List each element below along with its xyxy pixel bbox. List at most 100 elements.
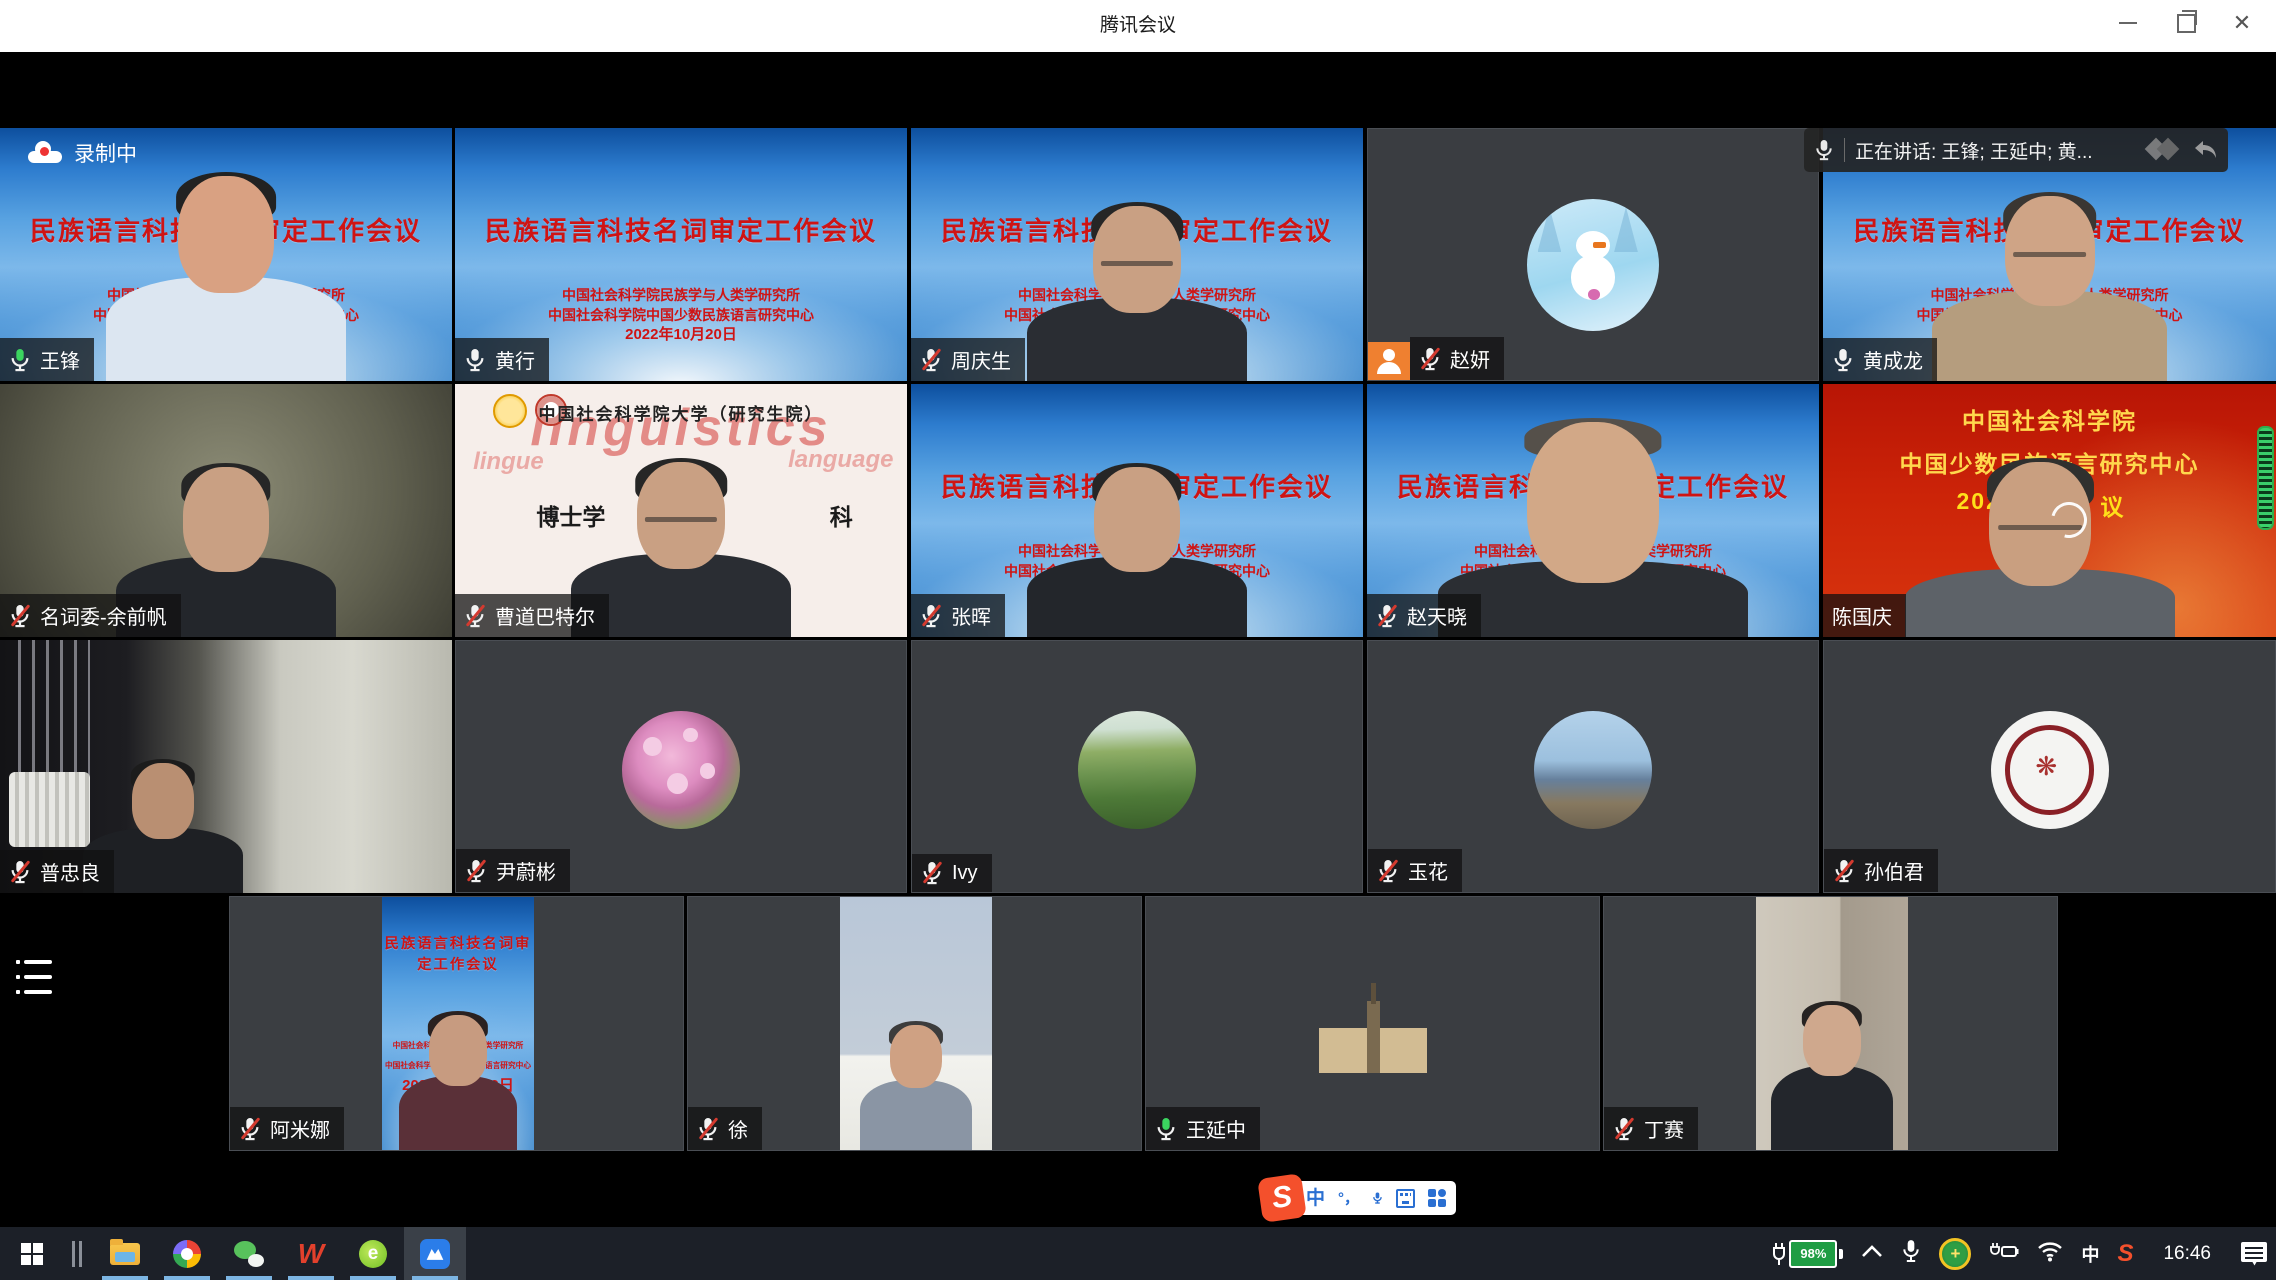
participant-name-label: 尹蔚彬: [456, 849, 570, 892]
video-tile[interactable]: 民族语言科技名词审定工作会议中国社会科学院民族学与人类学研究所中国社会科学院中国…: [911, 128, 1363, 381]
video-tile[interactable]: 尹蔚彬: [455, 640, 907, 893]
avatar: ❋: [1991, 711, 2109, 829]
video-grid: 民族语言科技名词审定工作会议中国社会科学院民族学与人类学研究所中国社会科学院中国…: [0, 52, 2276, 1227]
video-tile[interactable]: ❋ 孙伯君: [1823, 640, 2276, 893]
running-indicator: [226, 1276, 272, 1280]
participant-name: 丁赛: [1644, 1114, 1684, 1143]
participant-name-label: 王延中: [1146, 1107, 1260, 1150]
tray-power[interactable]: [1980, 1227, 2028, 1280]
close-button[interactable]: ✕: [2214, 0, 2270, 46]
video-tile[interactable]: 名词委-余前帆: [0, 384, 452, 637]
participant-name: 名词委-余前帆: [40, 601, 167, 630]
tray-wifi[interactable]: [2028, 1227, 2072, 1280]
recording-cloud-icon: [28, 143, 62, 163]
360-safe-icon: +: [1939, 1238, 1971, 1270]
tray-battery[interactable]: 98%: [1762, 1227, 1852, 1280]
sogou-logo[interactable]: S: [1257, 1173, 1307, 1223]
power-plug-icon: [1989, 1239, 2019, 1268]
taskbar-app-tencent-meeting[interactable]: [404, 1227, 466, 1280]
battery-percent: 98%: [1789, 1240, 1837, 1268]
sogou-input-toolbar[interactable]: S 中 °，: [1266, 1181, 1456, 1215]
tray-chevron-up[interactable]: [1852, 1227, 1892, 1280]
participant-name-label: 丁赛: [1604, 1107, 1698, 1150]
video-tile[interactable]: 民族语言科技名词审定工作会议中国社会科学院民族学与人类学研究所中国社会科学院中国…: [229, 896, 684, 1151]
tencent-meeting-icon: [420, 1239, 450, 1269]
video-tile[interactable]: Ivy: [911, 640, 1363, 893]
avatar: [1298, 968, 1448, 1118]
mic-muted-icon: [921, 861, 943, 885]
participant-name-label: 名词委-余前帆: [0, 594, 181, 637]
avatar: [1078, 711, 1196, 829]
video-tile[interactable]: 赵妍: [1367, 128, 1819, 381]
taskbar-app-wps-office[interactable]: W: [280, 1227, 342, 1280]
video-tile[interactable]: 中国社会科学院中国少数民族语言研究中心2022议陈国庆: [1823, 384, 2276, 637]
participant-name: 王延中: [1186, 1114, 1246, 1143]
toolbox-icon[interactable]: [1428, 1189, 1446, 1207]
chevron-up-icon: [1861, 1244, 1883, 1263]
minimize-button[interactable]: [2100, 0, 2156, 46]
taskview-separator: [70, 1239, 84, 1269]
member-list-icon[interactable]: [16, 960, 52, 994]
participant-name-label: 黄成龙: [1823, 338, 1937, 381]
mic-muted-icon: [920, 348, 942, 372]
input-mode-button[interactable]: 中: [1306, 1189, 1325, 1208]
maximize-button[interactable]: [2158, 0, 2214, 46]
person-figure: [1905, 462, 2175, 637]
participant-name-label: 曹道巴特尔: [455, 594, 609, 637]
avatar: [1527, 199, 1659, 331]
layers-icon[interactable]: [2148, 137, 2182, 163]
participant-name: 孙伯君: [1864, 856, 1924, 885]
portrait-video[interactable]: [1756, 897, 1908, 1150]
host-person-badge: [1368, 342, 1410, 380]
start-button[interactable]: [0, 1227, 64, 1280]
punctuation-button[interactable]: °，: [1338, 1191, 1359, 1206]
video-tile[interactable]: 丁赛: [1603, 896, 2058, 1151]
volume-meter: [2257, 426, 2274, 530]
portrait-video[interactable]: 民族语言科技名词审定工作会议中国社会科学院民族学与人类学研究所中国社会科学院中国…: [382, 897, 534, 1150]
video-tile[interactable]: 徐: [687, 896, 1142, 1151]
participant-name: 黄成龙: [1863, 345, 1923, 374]
voice-input-icon[interactable]: [1372, 1188, 1383, 1208]
video-tile[interactable]: 民族语言科技名词审定工作会议中国社会科学院民族学与人类学研究所中国社会科学院中国…: [1367, 384, 1819, 637]
tray-clock[interactable]: 16:46: [2142, 1227, 2232, 1280]
close-icon: ✕: [2233, 12, 2251, 34]
participant-name-label: 周庆生: [911, 338, 1025, 381]
taskbar-app-file-explorer[interactable]: [94, 1227, 156, 1280]
minimize-icon: [2119, 22, 2137, 24]
participant-name: Ivy: [952, 862, 978, 885]
participant-name: 玉花: [1408, 856, 1448, 885]
video-tile[interactable]: 玉花: [1367, 640, 1819, 893]
mic-muted-icon: [1377, 859, 1399, 883]
taskbar-app-browser-green[interactable]: e: [342, 1227, 404, 1280]
window-title: 腾讯会议: [0, 0, 2276, 52]
reply-arrow-icon[interactable]: [2192, 139, 2218, 161]
participant-name: 周庆生: [951, 345, 1011, 374]
video-tile[interactable]: 民族语言科技名词审定工作会议中国社会科学院民族学与人类学研究所中国社会科学院中国…: [455, 128, 907, 381]
participant-name: 徐: [728, 1114, 748, 1143]
person-head: [1527, 422, 1659, 583]
tray-360-safe[interactable]: +: [1930, 1227, 1980, 1280]
keyboard-icon[interactable]: [1396, 1189, 1415, 1208]
emblem-core: ❋: [2035, 751, 2057, 782]
person-head: [1094, 467, 1180, 572]
video-tile[interactable]: 民族语言科技名词审定工作会议中国社会科学院民族学与人类学研究所中国社会科学院中国…: [911, 384, 1363, 637]
speaking-banner: 正在讲话: 王锋; 王延中; 黄...: [1804, 128, 2228, 172]
slide-title-text: 民族语言科技名词审定工作会议: [382, 932, 534, 974]
person-body: [399, 1076, 517, 1150]
participant-name-label: 赵妍: [1410, 337, 1504, 380]
taskbar-app-wechat[interactable]: [218, 1227, 280, 1280]
taskbar-app-browser-chrome[interactable]: [156, 1227, 218, 1280]
tray-action-center[interactable]: [2232, 1227, 2276, 1280]
tray-sogou[interactable]: S: [2108, 1227, 2142, 1280]
tray-microphone[interactable]: [1892, 1227, 1930, 1280]
portrait-video[interactable]: [840, 897, 992, 1150]
video-tile[interactable]: 王延中: [1145, 896, 1600, 1151]
avatar: [1534, 711, 1652, 829]
participant-name: 陈国庆: [1832, 601, 1892, 630]
tray-ime[interactable]: 中: [2072, 1227, 2108, 1280]
mic-on-icon: [1832, 348, 1854, 372]
video-tile[interactable]: 普忠良: [0, 640, 452, 893]
speaking-label: 正在讲话: 王锋; 王延中; 黄...: [1855, 137, 2138, 164]
participant-name: 曹道巴特尔: [495, 601, 595, 630]
video-tile[interactable]: linguisticslinguelanguage中国社会科学院大学（研究生院）…: [455, 384, 907, 637]
